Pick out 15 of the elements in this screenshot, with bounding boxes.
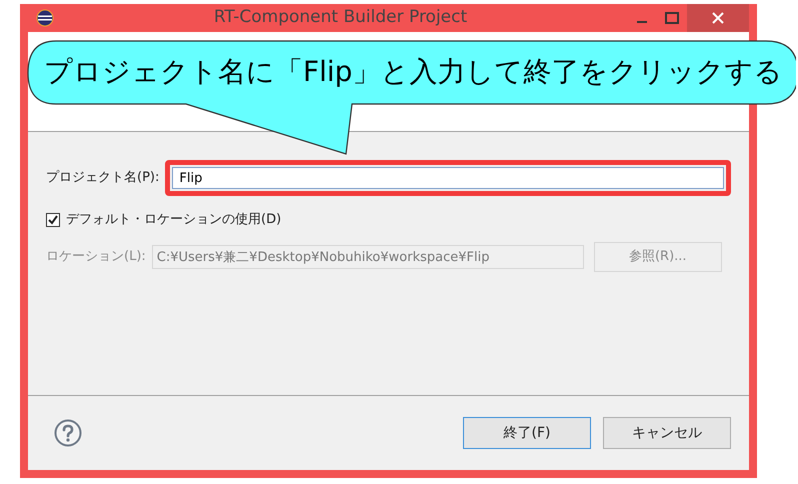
app-icon (36, 9, 54, 27)
minimize-icon (637, 21, 647, 23)
field-label: ロケーション(L): (46, 248, 146, 266)
help-icon[interactable] (54, 419, 82, 447)
field-label: プロジェクト名(P): (46, 169, 160, 188)
close-button[interactable] (687, 4, 749, 32)
maximize-icon (665, 12, 679, 24)
dialog-button[interactable]: キャンセル (603, 417, 731, 449)
dialog-button[interactable]: 終了(F) (463, 417, 591, 449)
close-icon (712, 12, 724, 24)
callout-text: プロジェクト名に「Flip」と入力して終了をクリックする (44, 55, 782, 89)
checkbox-label: デフォルト・ロケーションの使用(D) (66, 211, 282, 229)
window-title: RT-Component Builder Project (212, 6, 468, 30)
checkbox[interactable] (46, 212, 60, 227)
project-name-field[interactable]: Flip (172, 167, 724, 189)
